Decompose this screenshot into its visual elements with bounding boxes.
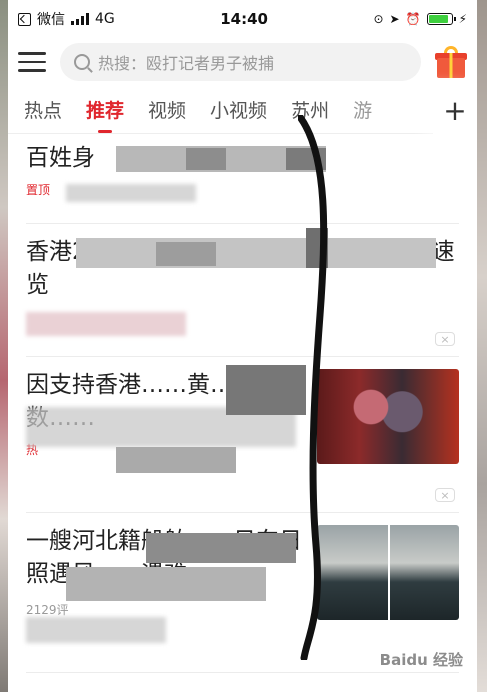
censor-block bbox=[186, 148, 226, 170]
news-item[interactable]: 百姓身 置顶 bbox=[26, 134, 459, 224]
signal-icon bbox=[71, 13, 89, 25]
news-item[interactable]: 因支持香港……黄……数…… 热 × bbox=[26, 357, 459, 513]
censor-blur bbox=[66, 184, 196, 202]
background-left bbox=[0, 0, 8, 692]
pinned-tag: 置顶 bbox=[26, 183, 51, 197]
tab-games[interactable]: 游 bbox=[353, 96, 372, 123]
dismiss-button[interactable]: × bbox=[435, 332, 455, 346]
censor-block bbox=[76, 238, 436, 268]
dismiss-button[interactable]: × bbox=[435, 488, 455, 502]
charging-icon: ⚡ bbox=[458, 12, 467, 26]
censor-blur bbox=[26, 617, 166, 643]
comment-count: 2129评 bbox=[26, 603, 69, 617]
background-right bbox=[477, 0, 487, 692]
network-label: 4G bbox=[95, 11, 115, 27]
tab-video[interactable]: 视频 bbox=[148, 96, 186, 123]
location-icon: ➤ bbox=[389, 12, 400, 26]
censor-block bbox=[226, 365, 306, 415]
censor-block bbox=[306, 228, 328, 268]
channel-tabs: 热点 推荐 视频 小视频 苏州 游 + bbox=[8, 86, 477, 134]
status-app-name: 微信 bbox=[37, 12, 65, 28]
censor-block bbox=[66, 567, 266, 601]
gift-icon[interactable] bbox=[435, 46, 467, 78]
tab-short-video[interactable]: 小视频 bbox=[210, 96, 267, 123]
search-input[interactable]: 热搜：殴打记者男子被捕 bbox=[60, 43, 421, 81]
censor-block bbox=[146, 533, 296, 563]
search-placeholder: 热搜：殴打记者男子被捕 bbox=[98, 54, 275, 73]
add-channel-button[interactable]: + bbox=[433, 86, 477, 134]
tab-hot[interactable]: 热点 bbox=[24, 96, 62, 123]
phone-screen: 微信 4G 14:40 ⊙ ➤ ⏰ ⚡ 热搜：殴打记者男子被捕 热点 推荐 视频… bbox=[8, 0, 477, 692]
rotation-lock-icon: ⊙ bbox=[373, 12, 384, 26]
news-thumbnail bbox=[317, 369, 459, 464]
censor-block bbox=[286, 148, 326, 170]
tab-suzhou[interactable]: 苏州 bbox=[291, 96, 329, 123]
censor-block bbox=[116, 447, 236, 473]
censor-blur bbox=[26, 312, 186, 336]
battery-icon bbox=[426, 13, 456, 25]
watermark: Baidu 经验 bbox=[379, 651, 463, 669]
censor-block bbox=[156, 242, 216, 266]
news-feed: 百姓身 置顶 香港2……………………生了什么？一文速览 × 因支持香港……黄……… bbox=[8, 134, 477, 673]
search-icon bbox=[74, 54, 90, 70]
status-time: 14:40 bbox=[220, 10, 268, 28]
status-bar: 微信 4G 14:40 ⊙ ➤ ⏰ ⚡ bbox=[8, 0, 477, 38]
news-item[interactable]: 香港2……………………生了什么？一文速览 × bbox=[26, 224, 459, 357]
alarm-icon: ⏰ bbox=[405, 12, 421, 26]
header: 热搜：殴打记者男子被捕 bbox=[8, 38, 477, 86]
tab-recommend[interactable]: 推荐 bbox=[86, 96, 124, 133]
menu-icon[interactable] bbox=[18, 52, 46, 72]
news-thumbnail bbox=[317, 525, 459, 620]
back-to-app-icon[interactable] bbox=[18, 12, 31, 26]
